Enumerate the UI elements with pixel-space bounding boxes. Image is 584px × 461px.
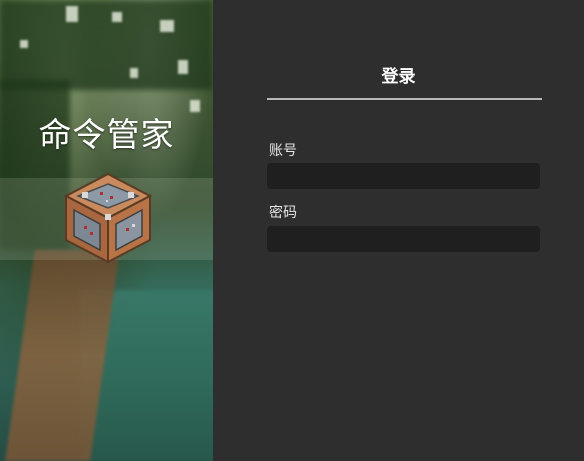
title-divider xyxy=(267,98,542,100)
background-scene: 命令管家 xyxy=(0,0,213,461)
login-title: 登录 xyxy=(381,67,416,87)
login-panel: 登录 账号 密码 xyxy=(213,0,584,461)
login-window: 命令管家 登录 账号 密码 xyxy=(0,0,584,461)
password-label: 密码 xyxy=(269,205,297,221)
command-block-icon xyxy=(63,172,153,264)
username-input[interactable] xyxy=(267,163,540,189)
app-title: 命令管家 xyxy=(38,115,175,154)
password-input[interactable] xyxy=(267,226,540,252)
username-label: 账号 xyxy=(269,143,297,159)
